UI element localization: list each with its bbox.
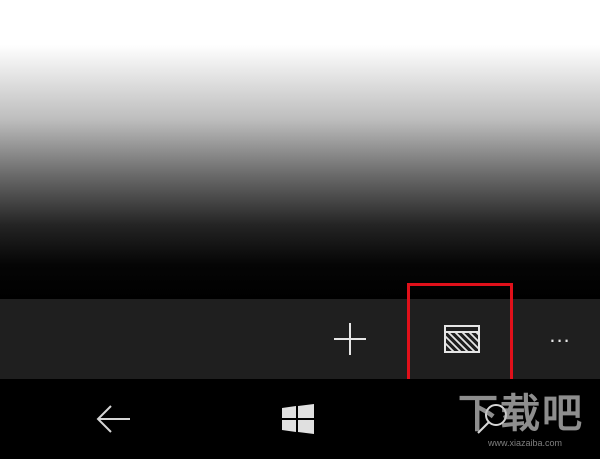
start-button[interactable] (268, 379, 328, 459)
windows-logo-icon (282, 404, 314, 434)
add-button[interactable] (320, 299, 380, 379)
back-button[interactable] (84, 379, 144, 459)
plus-icon (334, 323, 366, 355)
search-icon (477, 404, 507, 434)
phone-screen: ... 下载吧 www.xiazaiba.com (0, 0, 600, 459)
more-icon: ... (549, 322, 571, 347)
content-area (0, 0, 600, 299)
navigation-bar (0, 379, 600, 459)
back-arrow-icon (96, 405, 130, 433)
more-button[interactable]: ... (540, 299, 580, 379)
view-button[interactable] (430, 299, 494, 379)
app-bar: ... (0, 299, 600, 379)
view-layout-icon (444, 325, 480, 353)
search-button[interactable] (462, 379, 522, 459)
